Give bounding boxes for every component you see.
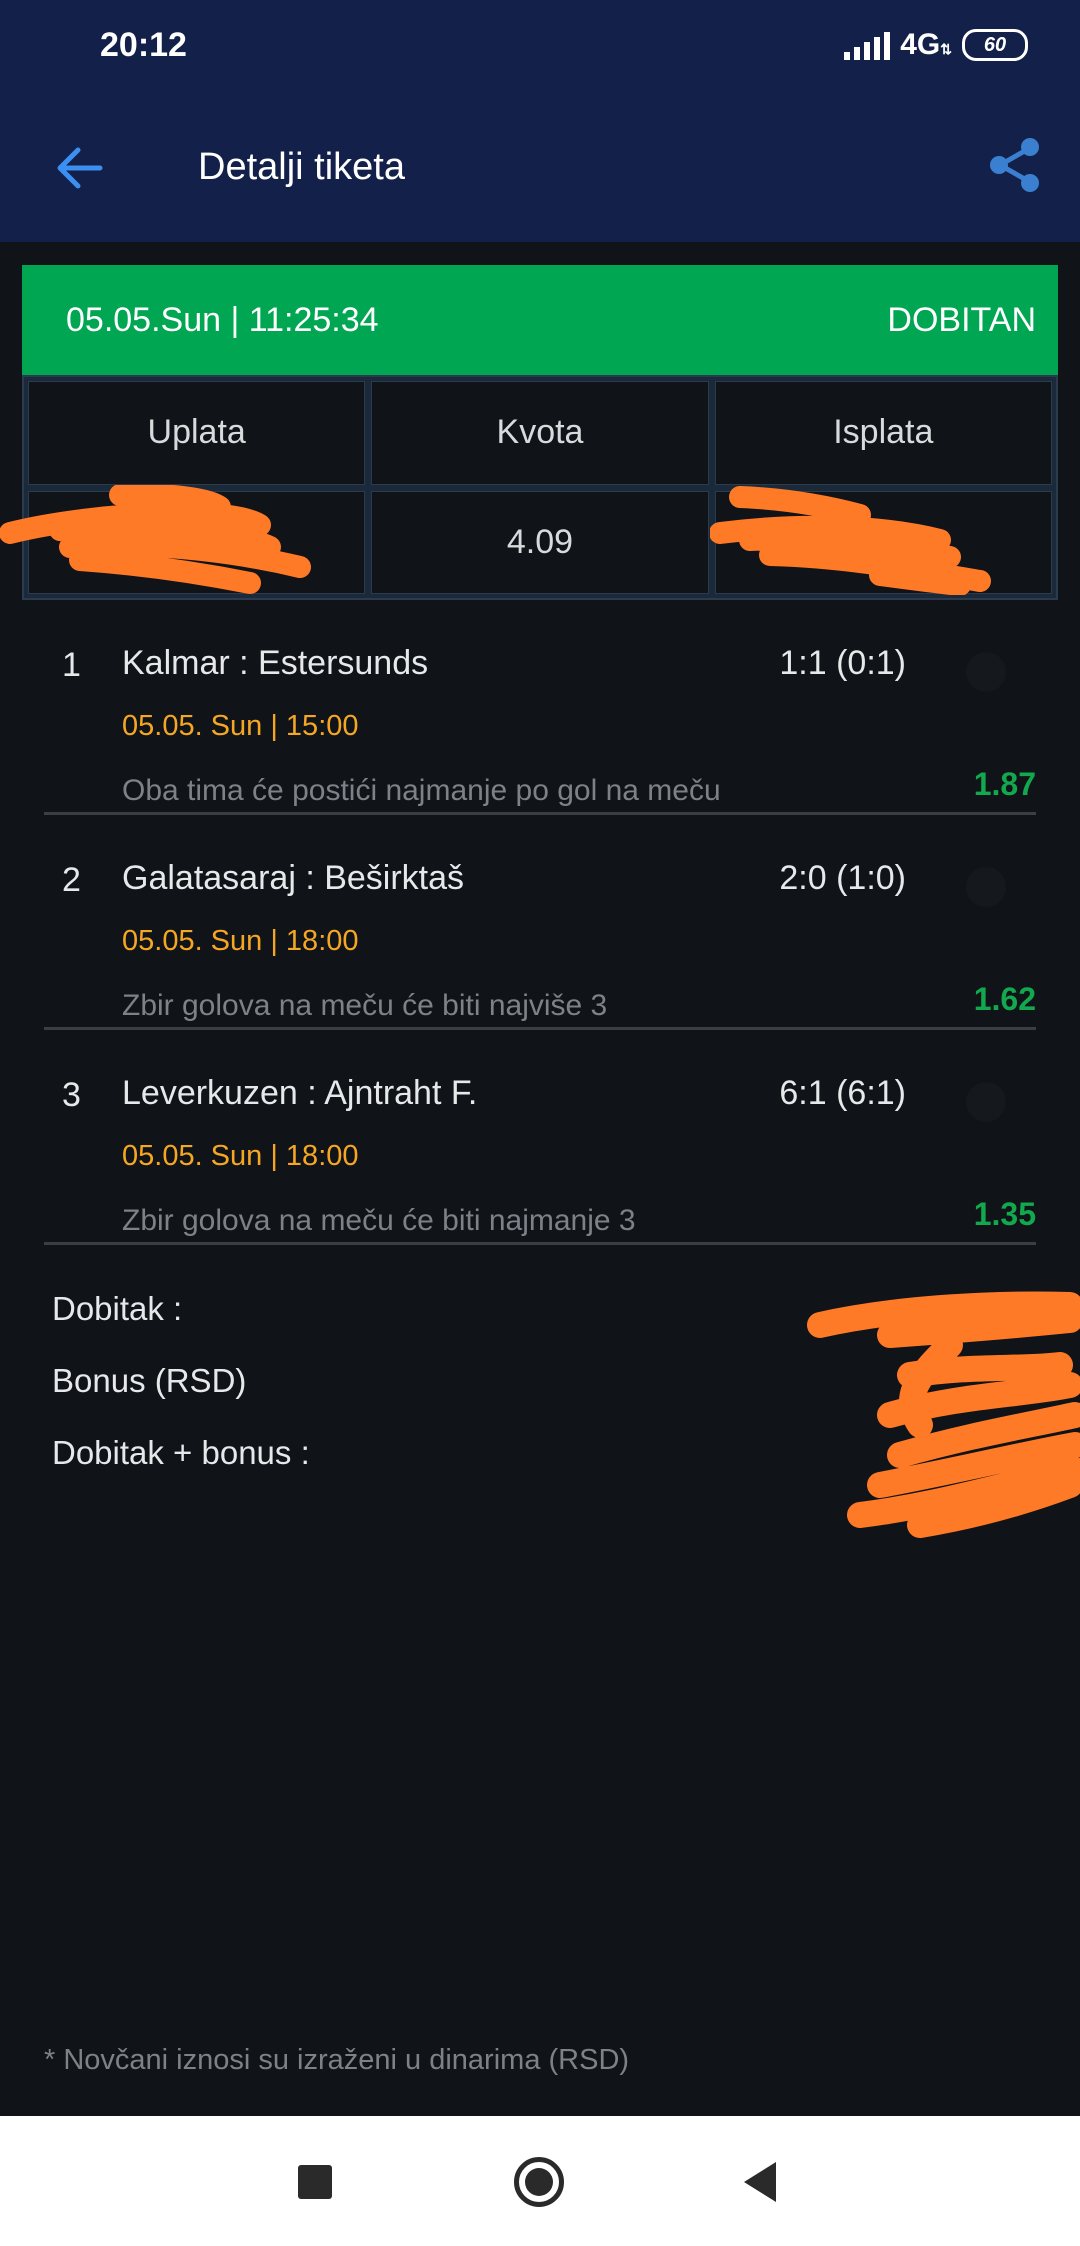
battery-icon: 60 [962, 29, 1028, 61]
app-bar: Detalji tiketa [0, 96, 1080, 242]
ticket-status-badge: DOBITAN [887, 300, 1036, 339]
network-label: 4G [900, 28, 941, 61]
ticket-totals: Dobitak : Bonus (RSD) Dobitak + bonus : [52, 1290, 310, 1506]
status-bar: 20:12 4G⇅ 60 [0, 0, 1080, 96]
match-pick: Oba tima će postići najmanje po gol na m… [122, 774, 721, 807]
currency-footnote: * Novčani iznosi su izraženi u dinarima … [44, 2044, 630, 2076]
list-item[interactable]: 3 Leverkuzen : Ajntraht F. 6:1 (6:1) 05.… [44, 1030, 1036, 1245]
status-icons: 4G⇅ 60 [844, 28, 1028, 62]
value-isplata [714, 490, 1052, 594]
header-uplata: Uplata [28, 381, 366, 485]
win-label: Dobitak : [52, 1290, 183, 1327]
match-odd: 1.62 [973, 981, 1036, 1017]
match-status-icon [966, 652, 1006, 692]
match-pick: Zbir golova na meču će biti najviše 3 [122, 989, 608, 1022]
ticket-datetime: 05.05.Sun | 11:25:34 [66, 300, 379, 339]
status-time: 20:12 [100, 26, 187, 64]
network-indicator: 4G⇅ [900, 28, 952, 61]
battery-level: 60 [983, 33, 1007, 56]
ticket-summary-table: Uplata Kvota Isplata 4.09 [22, 375, 1058, 600]
match-status-icon [966, 1082, 1006, 1122]
match-odd: 1.87 [973, 766, 1036, 802]
header-isplata: Isplata [714, 381, 1052, 485]
match-score: 1:1 (0:1) [779, 644, 906, 682]
list-item[interactable]: 2 Galatasaraj : Beširktaš 2:0 (1:0) 05.0… [44, 815, 1036, 1030]
match-score: 2:0 (1:0) [779, 859, 906, 897]
win-bonus-label: Dobitak + bonus : [52, 1434, 310, 1471]
match-teams: Leverkuzen : Ajntraht F. [122, 1074, 478, 1112]
back-nav-button[interactable] [744, 2162, 776, 2202]
arrow-left-icon [57, 147, 103, 189]
home-button[interactable] [514, 2157, 564, 2207]
value-kvota: 4.09 [371, 490, 709, 594]
list-item[interactable]: 1 Kalmar : Estersunds 1:1 (0:1) 05.05. S… [44, 600, 1036, 815]
system-nav-bar [0, 2116, 1080, 2246]
ticket-header: 05.05.Sun | 11:25:34 DOBITAN [22, 265, 1058, 375]
match-number: 1 [62, 646, 81, 684]
header-kvota: Kvota [371, 381, 709, 485]
recents-button[interactable] [298, 2165, 332, 2199]
match-odd: 1.35 [973, 1196, 1036, 1232]
bonus-label: Bonus (RSD) [52, 1362, 247, 1399]
match-teams: Kalmar : Estersunds [122, 644, 429, 682]
match-status-icon [966, 867, 1006, 907]
match-pick: Zbir golova na meču će biti najmanje 3 [122, 1204, 636, 1237]
share-icon [990, 138, 1039, 192]
value-uplata [28, 490, 366, 594]
match-teams: Galatasaraj : Beširktaš [122, 859, 465, 897]
page-title: Detalji tiketa [198, 146, 405, 188]
match-date: 05.05. Sun | 18:00 [122, 925, 359, 957]
match-number: 3 [62, 1076, 81, 1114]
match-score: 6:1 (6:1) [779, 1074, 906, 1112]
match-list: 1 Kalmar : Estersunds 1:1 (0:1) 05.05. S… [44, 600, 1036, 1245]
signal-icon [844, 30, 891, 60]
match-date: 05.05. Sun | 15:00 [122, 710, 359, 742]
back-button[interactable] [48, 136, 112, 200]
redaction-scribble-totals [807, 1291, 1080, 1538]
match-number: 2 [62, 861, 81, 899]
match-date: 05.05. Sun | 18:00 [122, 1140, 359, 1172]
share-button[interactable] [984, 134, 1046, 196]
